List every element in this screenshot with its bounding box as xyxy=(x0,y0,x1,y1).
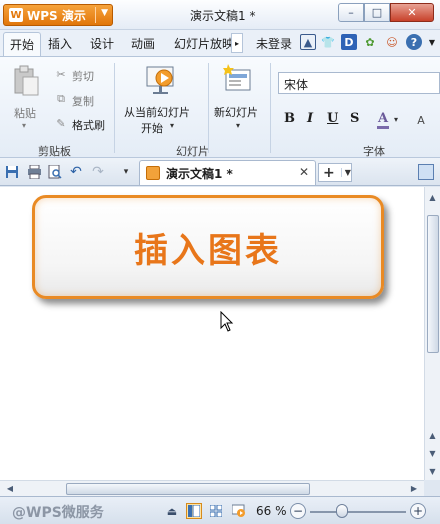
chevron-down-icon[interactable]: ▾ xyxy=(170,121,174,130)
app-name: WPS 演示 xyxy=(27,8,86,23)
new-tab-button[interactable]: + ▼ xyxy=(318,163,352,182)
scroll-up-icon[interactable]: ▲ xyxy=(425,189,440,205)
scroll-left-icon[interactable]: ◀ xyxy=(2,481,18,496)
docer-d-icon[interactable]: D xyxy=(341,34,357,50)
presentation-file-icon xyxy=(146,166,160,180)
font-name-select[interactable]: 宋体 xyxy=(278,72,440,94)
skin-shirt-icon[interactable]: 👕 xyxy=(320,34,336,50)
customize-toolbar-icon[interactable]: ▾ xyxy=(118,164,134,180)
font-group-label: 字体 xyxy=(363,145,385,158)
close-tab-icon[interactable]: ✕ xyxy=(299,165,309,179)
chevron-down-icon[interactable]: ▾ xyxy=(22,121,26,130)
eject-icon[interactable]: ⏏ xyxy=(164,503,180,519)
bold-button[interactable]: B xyxy=(284,111,295,126)
wps-logo-icon: W xyxy=(9,8,23,22)
print-icon[interactable] xyxy=(26,164,42,180)
user-feedback-icon[interactable]: ☺ xyxy=(384,34,400,50)
zoom-in-button[interactable]: + xyxy=(410,503,426,519)
from-current-slide-button-line2[interactable]: 开始 xyxy=(141,120,163,136)
chevron-down-icon[interactable]: ▼ xyxy=(340,168,351,177)
scroll-up-icon[interactable]: ▲ xyxy=(425,427,440,443)
strikethrough-button[interactable]: S xyxy=(350,111,359,126)
status-bar: @WPS微服务 ⏏ 66 % − + xyxy=(0,496,440,524)
copy-icon: ⧉ xyxy=(57,92,65,105)
scroll-down-icon[interactable]: ▼ xyxy=(425,463,440,479)
chevron-down-icon[interactable]: ▾ xyxy=(394,115,398,124)
save-icon[interactable] xyxy=(4,164,20,180)
title-bar: W WPS 演示 ▼ 演示文稿1 * – □ ✕ xyxy=(0,0,440,30)
font-color-button[interactable]: A xyxy=(377,111,390,129)
mouse-cursor-icon xyxy=(220,311,234,332)
copy-button[interactable]: 复制 xyxy=(72,93,94,109)
tab-design[interactable]: 设计 xyxy=(90,35,114,52)
normal-view-icon[interactable] xyxy=(186,503,202,519)
vertical-scroll-thumb[interactable] xyxy=(427,215,439,353)
plus-icon: + xyxy=(323,164,335,181)
ribbon: 粘贴 ▾ ✂ 剪切 ⧉ 复制 ✎ 格式刷 剪贴板 从当前幻灯片 开始 ▾ 新幻灯… xyxy=(0,56,440,158)
tab-home[interactable]: 开始 xyxy=(3,32,42,57)
play-from-current-icon[interactable] xyxy=(145,64,177,96)
group-divider xyxy=(270,63,271,153)
scissors-icon: ✂ xyxy=(56,67,66,81)
paste-icon[interactable] xyxy=(12,65,40,97)
redo-icon[interactable]: ↷ xyxy=(90,164,106,180)
cut-button[interactable]: 剪切 xyxy=(72,68,94,84)
format-painter-button[interactable]: 格式刷 xyxy=(72,117,105,133)
chevron-down-icon[interactable]: ▼ xyxy=(424,34,440,50)
new-slide-button[interactable]: 新幻灯片 xyxy=(214,104,258,120)
zoom-slider-track[interactable] xyxy=(310,511,406,513)
watermark-text: @WPS微服务 xyxy=(12,505,104,521)
horizontal-scroll-thumb[interactable] xyxy=(66,483,310,495)
window-title: 演示文稿1 * xyxy=(190,9,256,23)
paste-button[interactable]: 粘贴 xyxy=(14,105,36,121)
group-divider xyxy=(208,63,209,153)
help-icon[interactable]: ? xyxy=(406,34,422,50)
slide-sorter-icon[interactable] xyxy=(208,503,224,519)
slide-canvas[interactable]: 插入图表 xyxy=(0,187,424,480)
new-slide-icon[interactable] xyxy=(223,64,253,94)
maximize-button[interactable]: □ xyxy=(364,3,390,22)
tab-animation[interactable]: 动画 xyxy=(131,35,155,52)
zoom-slider-handle[interactable] xyxy=(336,504,348,518)
clear-format-icon[interactable]: A xyxy=(414,113,428,127)
close-button[interactable]: ✕ xyxy=(390,3,434,22)
chevron-down-icon[interactable]: ▾ xyxy=(236,121,240,130)
slide-title-box[interactable]: 插入图表 xyxy=(32,195,384,299)
document-tab[interactable]: 演示文稿1 * ✕ xyxy=(139,160,316,185)
slides-group-label: 幻灯片 xyxy=(176,145,209,158)
undo-icon[interactable]: ↶ xyxy=(68,164,84,180)
zoom-level[interactable]: 66 % xyxy=(256,504,287,518)
horizontal-scrollbar[interactable]: ◀ ▶ xyxy=(0,480,424,496)
tab-scroll-right-icon[interactable]: ▸ xyxy=(231,33,243,53)
italic-button[interactable]: I xyxy=(307,111,313,126)
scroll-down-icon[interactable]: ▼ xyxy=(425,445,440,461)
app-button-divider xyxy=(95,7,96,23)
quick-access-toolbar: ↶ ↷ ▾ 演示文稿1 * ✕ + ▼ xyxy=(0,158,440,186)
wps-window: W WPS 演示 ▼ 演示文稿1 * – □ ✕ 开始 插入 设计 动画 幻灯片… xyxy=(0,0,440,524)
clipboard-group-label: 剪贴板 xyxy=(38,145,71,158)
vertical-scrollbar[interactable]: ▲ ▲ ▼ ▼ xyxy=(424,187,440,480)
scroll-right-icon[interactable]: ▶ xyxy=(406,481,422,496)
document-tab-label: 演示文稿1 * xyxy=(166,166,233,181)
window-layout-icon[interactable] xyxy=(418,164,434,180)
zoom-out-button[interactable]: − xyxy=(290,503,306,519)
community-icon[interactable]: ✿ xyxy=(362,34,378,50)
format-painter-icon: ✎ xyxy=(56,116,66,130)
from-current-slide-button[interactable]: 从当前幻灯片 xyxy=(124,104,190,120)
underline-button[interactable]: U xyxy=(327,111,338,126)
print-preview-icon[interactable] xyxy=(47,164,63,180)
tab-slideshow[interactable]: 幻灯片放映 xyxy=(174,35,234,52)
slideshow-play-icon[interactable] xyxy=(231,503,247,519)
app-menu-button[interactable]: W WPS 演示 ▼ xyxy=(3,4,113,26)
tab-insert[interactable]: 插入 xyxy=(48,35,72,52)
chevron-down-icon[interactable]: ▼ xyxy=(101,8,108,18)
slide-title-text: 插入图表 xyxy=(134,230,282,271)
collapse-ribbon-icon[interactable]: ▲ xyxy=(300,34,316,50)
login-link[interactable]: 未登录 xyxy=(256,35,292,52)
minimize-button[interactable]: – xyxy=(338,3,364,22)
menu-tabs: 开始 插入 设计 动画 幻灯片放映 ▸ 未登录 ▲ 👕 D ✿ ☺ ? ▼ xyxy=(0,30,440,57)
group-divider xyxy=(114,63,115,153)
